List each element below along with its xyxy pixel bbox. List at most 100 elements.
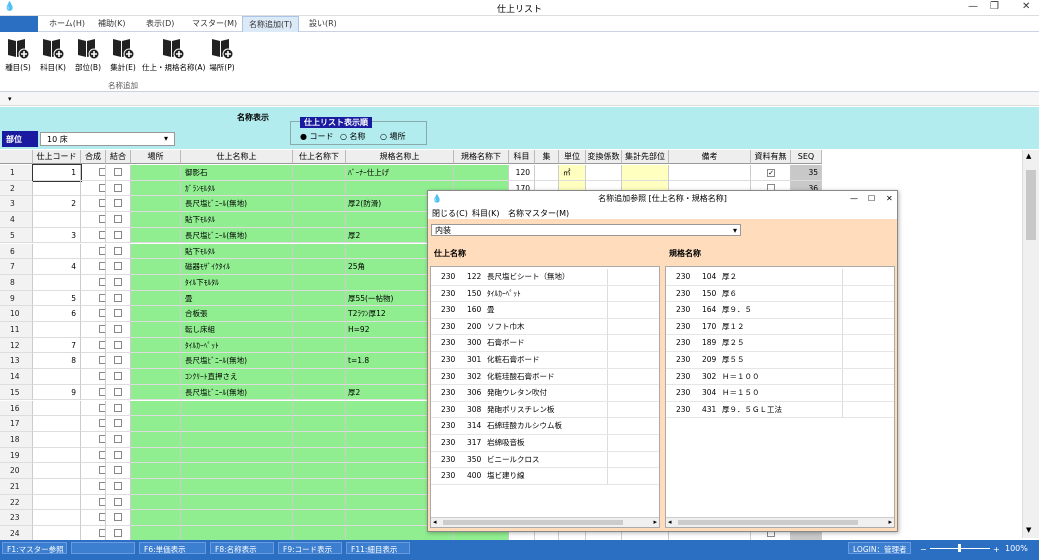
cell-gousei[interactable]: [81, 290, 106, 307]
ketsugou-checkbox[interactable]: [114, 450, 122, 459]
ribbon-bui-button[interactable]: 部位(B): [72, 36, 104, 73]
gousei-checkbox[interactable]: [99, 246, 105, 255]
ketsugou-checkbox[interactable]: [114, 466, 122, 475]
cell-ketsugou[interactable]: [106, 322, 131, 338]
ketsugou-checkbox[interactable]: [114, 262, 122, 271]
cell-code[interactable]: [33, 369, 81, 385]
scroll-down-icon[interactable]: ▼: [1026, 526, 1031, 534]
ketsugou-checkbox[interactable]: [114, 309, 122, 318]
cell-code[interactable]: [33, 494, 81, 511]
cell-basho[interactable]: [131, 479, 181, 495]
col-header-shiryou[interactable]: 資料有無: [751, 150, 791, 164]
quick-access-dropdown-icon[interactable]: ▾: [8, 95, 12, 103]
dialog-minimize-icon[interactable]: —: [850, 191, 858, 206]
cell-code[interactable]: 2: [33, 196, 81, 213]
list-item[interactable]: 230 200 ソフト巾木: [431, 318, 659, 336]
cell-basho[interactable]: [131, 447, 181, 464]
cell-name-upper[interactable]: [181, 447, 293, 464]
gousei-checkbox[interactable]: [99, 529, 105, 538]
cell-basho[interactable]: [131, 227, 181, 244]
list-item[interactable]: 230 306 発砲ウレタン吹付: [431, 385, 659, 402]
cell-spec-upper[interactable]: ﾊﾞｰﾅｰ仕上げ: [346, 165, 454, 181]
cell-name-lower[interactable]: [293, 306, 346, 322]
cell-ketsugou[interactable]: [106, 306, 131, 322]
gousei-checkbox[interactable]: [99, 199, 105, 208]
gousei-checkbox[interactable]: [99, 466, 105, 475]
cell-gousei[interactable]: [81, 369, 106, 385]
cell-gousei[interactable]: [81, 494, 106, 511]
cell-ketsugou[interactable]: [106, 510, 131, 527]
cell-name-lower[interactable]: [293, 510, 346, 527]
cell-code[interactable]: 8: [33, 353, 81, 370]
dialog-maximize-icon[interactable]: ☐: [868, 191, 875, 206]
gousei-checkbox[interactable]: [99, 277, 105, 286]
cell-basho[interactable]: [131, 510, 181, 527]
list-item[interactable]: 230 209 厚５５: [666, 352, 894, 369]
cell-name-lower[interactable]: [293, 337, 346, 354]
cell-gousei[interactable]: [81, 337, 106, 354]
gousei-checkbox[interactable]: [99, 419, 105, 428]
cell-name-lower[interactable]: [293, 463, 346, 479]
gousei-checkbox[interactable]: [99, 293, 105, 302]
cell-gousei[interactable]: [81, 447, 106, 464]
cell-basho[interactable]: [131, 306, 181, 322]
minimize-icon[interactable]: —: [968, 1, 978, 12]
dialog-close-icon[interactable]: ✕: [886, 191, 893, 206]
cell-basho[interactable]: [131, 353, 181, 370]
cell-basho[interactable]: [131, 322, 181, 338]
cell-name-lower[interactable]: [293, 494, 346, 511]
cell-basho[interactable]: [131, 384, 181, 401]
list-item[interactable]: 230 164 厚９．５: [666, 302, 894, 319]
tab-master[interactable]: マスター(M): [192, 18, 237, 29]
cell-name-upper[interactable]: 長尺塩ﾋﾞﾆｰﾙ(無地): [181, 227, 293, 244]
gousei-checkbox[interactable]: [99, 168, 105, 176]
cell-code[interactable]: [33, 431, 81, 448]
cell-name-upper[interactable]: 長尺塩ﾋﾞﾆｰﾙ(無地): [181, 353, 293, 370]
cell-gousei[interactable]: [81, 463, 106, 479]
cell-unit[interactable]: ㎡: [559, 165, 586, 181]
gousei-checkbox[interactable]: [99, 230, 105, 239]
cell-name-upper[interactable]: [181, 510, 293, 527]
gousei-checkbox[interactable]: [99, 215, 105, 224]
cell-code[interactable]: 6: [33, 306, 81, 322]
cell-basho[interactable]: [131, 400, 181, 417]
ribbon-shumoku-button[interactable]: 種目(S): [2, 36, 34, 73]
cell-code[interactable]: [33, 322, 81, 338]
cell-basho[interactable]: [131, 494, 181, 511]
ketsugou-checkbox[interactable]: [114, 482, 122, 490]
cell-name-lower[interactable]: [293, 479, 346, 495]
ribbon-kamoku-button[interactable]: 科目(K): [37, 36, 69, 73]
cell-seq[interactable]: 35: [791, 165, 822, 181]
ketsugou-checkbox[interactable]: [114, 372, 122, 381]
list-horizontal-scrollbar[interactable]: ◂ ▸: [666, 517, 894, 527]
cell-gousei[interactable]: [81, 259, 106, 275]
tab-home[interactable]: ホーム(H): [49, 18, 85, 29]
cell-code[interactable]: 4: [33, 259, 81, 275]
ketsugou-checkbox[interactable]: [114, 387, 122, 396]
col-header-shu[interactable]: 集: [535, 150, 559, 164]
cell-basho[interactable]: [131, 337, 181, 354]
list-item[interactable]: 230 317 岩綿吸音板: [431, 435, 659, 452]
cell-code[interactable]: [33, 180, 81, 197]
cell-gousei[interactable]: [81, 274, 106, 291]
cell-basho[interactable]: [131, 369, 181, 385]
cell-name-upper[interactable]: ｺﾝｸﾘｰﾄ直押さえ: [181, 369, 293, 385]
list-item[interactable]: 230 302 Ｈ＝１００: [666, 368, 894, 386]
list-scroll-thumb[interactable]: [443, 520, 623, 525]
list-item[interactable]: 230 350 ビニールクロス: [431, 451, 659, 469]
cell-ketsugou[interactable]: [106, 290, 131, 307]
ketsugou-checkbox[interactable]: [114, 277, 122, 286]
cell-name-lower[interactable]: [293, 353, 346, 370]
cell-name-upper[interactable]: 貼下ﾓﾙﾀﾙ: [181, 243, 293, 260]
f1-master-ref-button[interactable]: F1:マスター参照: [2, 542, 67, 554]
bui-select[interactable]: 10 床 ▾: [40, 132, 175, 146]
cell-name-upper[interactable]: [181, 463, 293, 479]
list-item[interactable]: 230 308 発砲ポリスチレン板: [431, 401, 659, 419]
cell-name-upper[interactable]: 御影石: [181, 165, 293, 181]
gousei-checkbox[interactable]: [99, 497, 105, 506]
cell-ketsugou[interactable]: [106, 337, 131, 354]
cell-ketsugou[interactable]: [106, 447, 131, 464]
list-item[interactable]: 230 304 Ｈ＝１５０: [666, 385, 894, 402]
cell-code[interactable]: 3: [33, 227, 81, 244]
grid-vertical-scrollbar[interactable]: ▲ ▼: [1022, 150, 1039, 538]
